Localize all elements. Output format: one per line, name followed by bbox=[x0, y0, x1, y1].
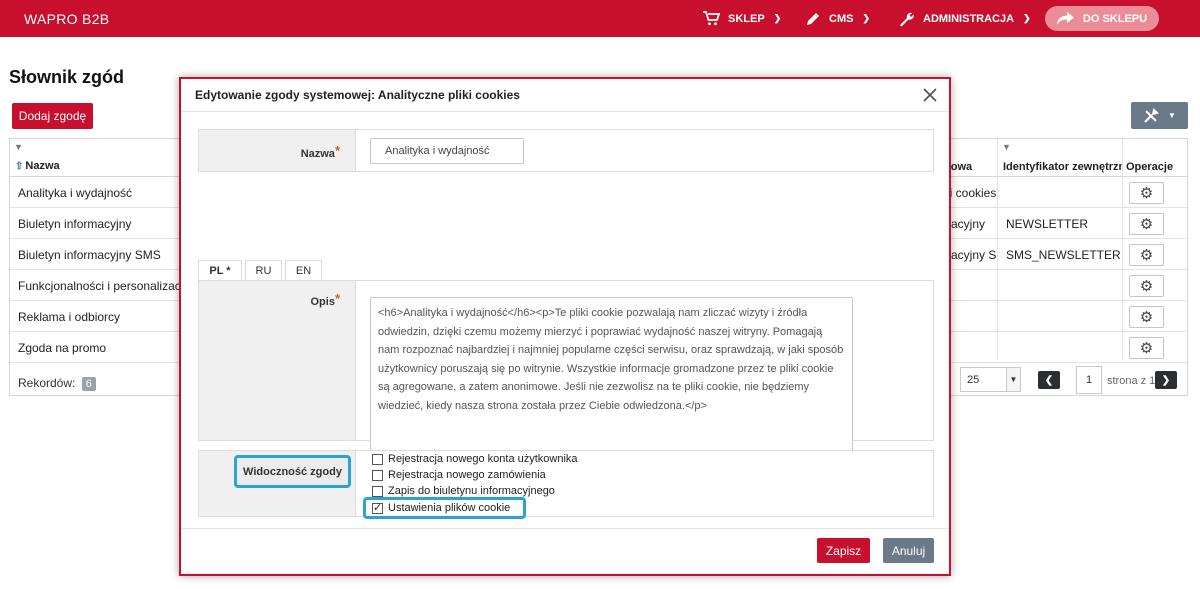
gear-icon: ⚙ bbox=[1139, 340, 1154, 357]
name-input[interactable]: Analityka i wydajność bbox=[370, 138, 524, 164]
records-badge: 6 bbox=[81, 377, 96, 391]
option-label: Zapis do biuletynu informacyjnego bbox=[388, 485, 555, 497]
go-to-shop-button[interactable]: DO SKLEPU bbox=[1045, 6, 1159, 31]
page-number-input[interactable]: 1 bbox=[1076, 366, 1102, 394]
nav-administracja-label: ADMINISTRACJA bbox=[923, 12, 1015, 25]
nav-sklep-label: SKLEP bbox=[728, 12, 765, 25]
top-navigation-bar: WAPRO B2B SKLEP ❯ CMS ❯ ADMINISTRACJA ❯ … bbox=[0, 0, 1200, 37]
description-label: Opis* bbox=[310, 291, 340, 308]
wrench-icon bbox=[900, 12, 914, 27]
sort-up-icon: ⇧ bbox=[15, 161, 24, 172]
page-size-value: 25 bbox=[967, 374, 980, 386]
description-label-cell: Opis* bbox=[199, 281, 356, 440]
option-label: Rejestracja nowego konta użytkownika bbox=[388, 453, 578, 465]
filter-icon[interactable]: ▼ bbox=[1002, 142, 1011, 152]
page-of-label: strona z 1 bbox=[1107, 375, 1156, 387]
checkbox-unchecked[interactable] bbox=[372, 485, 383, 497]
share-arrow-icon bbox=[1056, 12, 1074, 25]
chevron-down-icon: ❯ bbox=[862, 13, 870, 23]
description-row: Opis* <h6>Analityka i wydajność</h6><p>T… bbox=[198, 280, 934, 502]
nav-cms[interactable]: CMS ❯ bbox=[806, 0, 870, 37]
row-name: Biuletyn informacyjny bbox=[18, 217, 132, 231]
column-name-label: Nazwa bbox=[25, 160, 60, 172]
tools-icon bbox=[1144, 107, 1159, 123]
highlight-outline bbox=[363, 497, 526, 519]
row-settings-button[interactable]: ⚙ bbox=[1129, 275, 1164, 297]
row-settings-button[interactable]: ⚙ bbox=[1129, 182, 1164, 204]
caret-down-icon: ▼ bbox=[1168, 111, 1176, 120]
add-consent-button[interactable]: Dodaj zgodę bbox=[12, 103, 93, 129]
nav-cms-label: CMS bbox=[829, 12, 854, 25]
option-label: Rejestracja nowego zamówienia bbox=[388, 469, 546, 481]
checkbox-unchecked[interactable] bbox=[372, 453, 383, 465]
dialog-footer: Zapisz Anuluj bbox=[181, 528, 949, 574]
dialog-title: Edytowanie zgody systemowej: Analityczne… bbox=[195, 88, 520, 102]
column-header-operations: Operacje bbox=[1126, 161, 1174, 173]
name-label-cell: Nazwa* bbox=[199, 130, 356, 171]
brand-logo[interactable]: WAPRO B2B bbox=[24, 11, 109, 27]
tab-en[interactable]: EN bbox=[285, 260, 322, 280]
row-name: Biuletyn informacyjny SMS bbox=[18, 248, 161, 262]
tab-pl[interactable]: PL * bbox=[198, 260, 242, 281]
name-row: Nazwa* Analityka i wydajność bbox=[198, 129, 934, 172]
gear-icon: ⚙ bbox=[1139, 309, 1154, 326]
close-icon[interactable] bbox=[922, 87, 938, 103]
row-settings-button[interactable]: ⚙ bbox=[1129, 337, 1164, 359]
column-header-external-id[interactable]: Identyfikator zewnętrzny bbox=[1003, 161, 1122, 173]
gear-icon: ⚙ bbox=[1139, 216, 1154, 233]
column-header-name[interactable]: ⇧ Nazwa bbox=[15, 160, 60, 172]
chevron-down-icon: ❯ bbox=[1023, 13, 1031, 23]
go-to-shop-label: DO SKLEPU bbox=[1082, 12, 1148, 25]
row-external-id: SMS_NEWSLETTER bbox=[1006, 248, 1121, 262]
row-settings-button[interactable]: ⚙ bbox=[1129, 244, 1164, 266]
filter-icon[interactable]: ▼ bbox=[14, 142, 23, 152]
row-name: Funkcjonalności i personalizacja bbox=[18, 279, 191, 293]
checkbox-unchecked[interactable] bbox=[372, 469, 383, 481]
page-title: Słownik zgód bbox=[9, 67, 124, 87]
cart-icon bbox=[703, 11, 720, 26]
name-label: Nazwa* bbox=[300, 143, 340, 160]
row-name: Zgoda na promo bbox=[18, 341, 107, 355]
tab-ru[interactable]: RU bbox=[245, 260, 282, 280]
nav-administracja[interactable]: ADMINISTRACJA ❯ bbox=[898, 0, 1031, 37]
visibility-option-new-order[interactable]: Rejestracja nowego zamówienia bbox=[372, 467, 546, 483]
page-size-select[interactable]: 25 ▼ bbox=[960, 367, 1021, 392]
dialog-header: Edytowanie zgody systemowej: Analityczne… bbox=[181, 79, 949, 112]
row-external-id: NEWSLETTER bbox=[1006, 217, 1089, 231]
nav-sklep[interactable]: SKLEP ❯ bbox=[703, 0, 781, 37]
row-settings-button[interactable]: ⚙ bbox=[1129, 213, 1164, 235]
description-text: <h6>Analityka i wydajność</h6><p>Te plik… bbox=[378, 307, 844, 412]
row-name: Reklama i odbiorcy bbox=[18, 310, 121, 324]
chevron-down-icon: ❯ bbox=[773, 13, 782, 23]
pencil-icon bbox=[807, 13, 819, 25]
gear-icon: ⚙ bbox=[1139, 278, 1154, 295]
visibility-label: Widoczność zgody bbox=[234, 455, 351, 488]
cancel-button[interactable]: Anuluj bbox=[883, 538, 934, 563]
save-button[interactable]: Zapisz bbox=[817, 538, 870, 563]
visibility-row: Widoczność zgody Rejestracja nowego kont… bbox=[198, 450, 934, 519]
row-settings-button[interactable]: ⚙ bbox=[1129, 306, 1164, 328]
records-count: Rekordów: 6 bbox=[18, 376, 96, 391]
row-name: Analityka i wydajność bbox=[18, 186, 133, 200]
edit-consent-dialog: Edytowanie zgody systemowej: Analityczne… bbox=[179, 77, 951, 576]
tools-dropdown-button[interactable]: ▼ bbox=[1131, 102, 1188, 129]
gear-icon: ⚙ bbox=[1139, 247, 1154, 264]
chevron-down-icon: ▼ bbox=[1006, 368, 1020, 391]
visibility-option-new-account[interactable]: Rejestracja nowego konta użytkownika bbox=[372, 451, 578, 467]
gear-icon: ⚙ bbox=[1139, 185, 1154, 202]
records-label: Rekordów: bbox=[18, 376, 76, 390]
next-page-button[interactable]: ❯ bbox=[1155, 371, 1177, 389]
prev-page-button[interactable]: ❮ bbox=[1038, 371, 1060, 389]
